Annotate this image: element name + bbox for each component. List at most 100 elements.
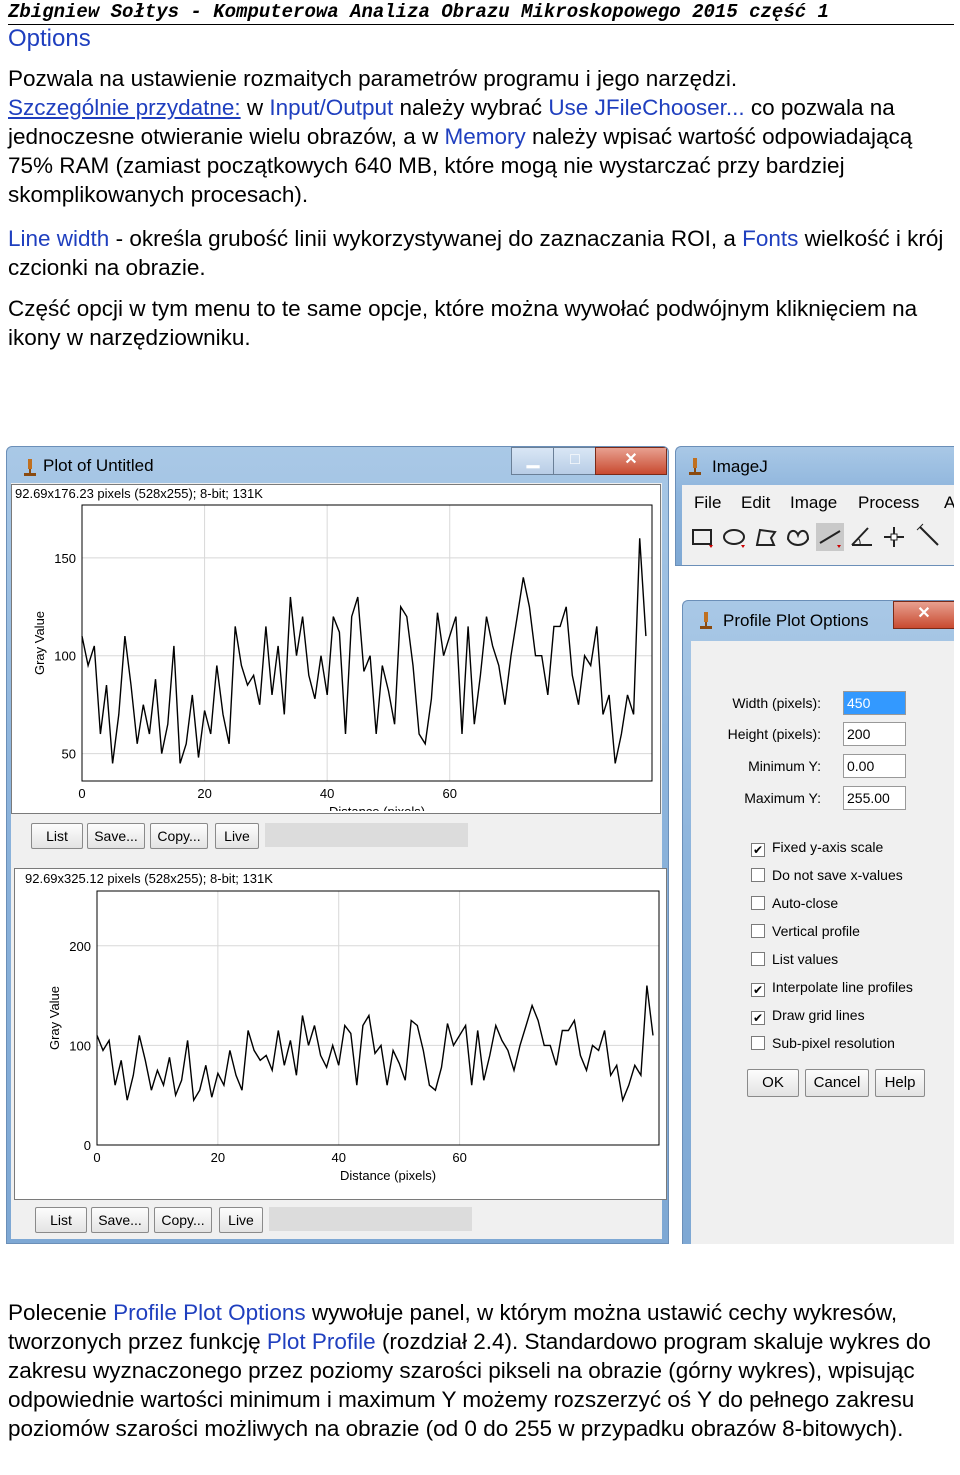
x-tick-label: 60 — [443, 786, 457, 801]
checkbox-label: Interpolate line profiles — [772, 979, 913, 995]
plot-1-copy-button[interactable]: Copy... — [150, 823, 208, 849]
p4-t1: Polecenie — [8, 1300, 114, 1325]
checkbox-box[interactable]: ✔ — [751, 1011, 765, 1025]
maximize-button[interactable]: □ — [553, 447, 597, 475]
y-axis-label: Gray Value — [47, 986, 62, 1050]
screenshot: Plot of Untitled ▁ □ ✕ 92.69x176.23 pixe… — [6, 446, 954, 1244]
profile-plot-options-dialog: Profile Plot Options ✕ Width (pixels): 4… — [682, 600, 954, 1244]
paragraph-profile-plot-options: Polecenie Profile Plot Options wywołuje … — [8, 1298, 952, 1443]
minimize-button[interactable]: ▁ — [511, 447, 555, 475]
running-header: Zbigniew Sołtys - Komputerowa Analiza Ob… — [8, 0, 954, 25]
dialog-title: Profile Plot Options — [723, 611, 869, 630]
freehand-tool-icon[interactable] — [784, 523, 812, 551]
checkbox-list-values[interactable]: List values — [751, 951, 838, 967]
checkbox-label: Fixed y-axis scale — [772, 839, 884, 855]
series-line — [81, 538, 647, 764]
y-tick-label: 200 — [69, 939, 91, 954]
p1-t1: Pozwala na ustawienie rozmaitych paramet… — [8, 66, 738, 91]
oval-tool-icon[interactable] — [720, 523, 748, 551]
point-tool-icon[interactable] — [880, 523, 908, 551]
x-tick-label: 40 — [320, 786, 334, 801]
plot-1-status-bar — [265, 823, 468, 847]
checkbox-label: Auto-close — [772, 895, 839, 911]
minimum-y-field[interactable]: 0.00 — [843, 754, 906, 778]
p1-t6: Use JFileChooser... — [548, 95, 745, 120]
y-tick-label: 0 — [84, 1138, 91, 1153]
checkbox-sub-pixel[interactable]: Sub-pixel resolution — [751, 1035, 895, 1051]
x-tick-label: 40 — [331, 1150, 345, 1165]
plot-1-list-button[interactable]: List — [31, 823, 83, 849]
checkbox-label: List values — [772, 951, 839, 967]
plot-2-save-button[interactable]: Save... — [91, 1207, 149, 1233]
checkbox-box[interactable]: ✔ — [751, 983, 765, 997]
p4-t4: Plot Profile — [266, 1329, 376, 1354]
checkbox-grid-lines[interactable]: ✔ Draw grid lines — [751, 1007, 865, 1025]
checkbox-box[interactable] — [751, 1036, 765, 1050]
series-line — [96, 985, 654, 1103]
p2-t2: - określa grubość linii wykorzystywanej … — [109, 226, 743, 251]
checkbox-box[interactable] — [751, 924, 765, 938]
help-button[interactable]: Help — [875, 1069, 925, 1097]
dialog-close-button[interactable]: ✕ — [893, 601, 954, 629]
microscope-icon — [700, 612, 712, 629]
paragraph-line-width: Line width - określa grubość linii wykor… — [8, 224, 952, 282]
section-title: Options — [8, 25, 91, 52]
p2-t1: Line width — [8, 226, 110, 251]
menu-edit[interactable]: Edit — [741, 493, 770, 513]
maximum-y-field[interactable]: 255.00 — [843, 786, 906, 810]
x-tick-label: 20 — [197, 786, 211, 801]
paragraph-options-intro: Pozwala na ustawienie rozmaitych paramet… — [8, 64, 952, 209]
plot-2-status-bar — [269, 1207, 472, 1231]
checkbox-box[interactable] — [751, 868, 765, 882]
checkbox-box[interactable] — [751, 952, 765, 966]
line-tool-icon[interactable] — [816, 523, 844, 551]
plot-window: Plot of Untitled ▁ □ ✕ 92.69x176.23 pixe… — [6, 446, 669, 1244]
y-tick-label: 50 — [62, 747, 76, 762]
plot-1-chart: 0 20 40 60 50 100 150 Distance (pixels) Gray Val… — [32, 504, 653, 811]
checkbox-auto-close[interactable]: Auto-close — [751, 895, 838, 911]
p1-t4: Input/Output — [269, 95, 394, 120]
checkbox-box[interactable] — [751, 896, 765, 910]
plot-2-list-button[interactable]: List — [35, 1207, 87, 1233]
width-field[interactable]: 450 — [843, 691, 906, 715]
plot-window-title: Plot of Untitled — [43, 456, 154, 475]
p4-t2: Profile Plot Options — [113, 1300, 306, 1325]
checkbox-fixed-y-axis[interactable]: ✔ Fixed y-axis scale — [751, 839, 883, 857]
polygon-tool-icon[interactable] — [752, 523, 780, 551]
plot-1-live-button[interactable]: Live — [215, 823, 259, 849]
height-label: Height (pixels): — [727, 726, 821, 742]
cancel-button[interactable]: Cancel — [805, 1069, 869, 1097]
y-axis-label: Gray Value — [32, 611, 47, 675]
checkbox-interpolate[interactable]: ✔ Interpolate line profiles — [751, 979, 913, 997]
menu-analyze[interactable]: A — [944, 493, 954, 513]
close-button[interactable]: ✕ — [595, 447, 667, 475]
plot-1-save-button[interactable]: Save... — [87, 823, 145, 849]
x-tick-label: 20 — [211, 1150, 225, 1165]
checkbox-no-x-values[interactable]: Do not save x-values — [751, 867, 903, 883]
wand-tool-icon[interactable] — [914, 523, 942, 551]
x-tick-label: 0 — [78, 786, 85, 801]
x-tick-label: 0 — [93, 1150, 100, 1165]
plot-2-copy-button[interactable]: Copy... — [154, 1207, 212, 1233]
rectangle-tool-icon[interactable] — [688, 523, 716, 551]
y-tick-label: 150 — [54, 551, 76, 566]
checkbox-vertical-profile[interactable]: Vertical profile — [751, 923, 860, 939]
x-axis-label: Distance (pixels) — [329, 804, 425, 811]
menu-file[interactable]: File — [694, 493, 721, 513]
angle-tool-icon[interactable] — [848, 523, 876, 551]
imagej-body: File Edit Image Process A — [682, 485, 954, 565]
microscope-icon — [24, 459, 36, 476]
y-tick-label: 100 — [69, 1038, 91, 1053]
menu-image[interactable]: Image — [790, 493, 837, 513]
ok-button[interactable]: OK — [747, 1069, 799, 1097]
maximum-y-label: Maximum Y: — [744, 790, 821, 806]
y-tick-label: 100 — [54, 649, 76, 664]
toolbar — [688, 523, 954, 553]
plot-1-canvas: 92.69x176.23 pixels (528x255); 8-bit; 13… — [11, 484, 661, 814]
menu-process[interactable]: Process — [858, 493, 919, 513]
plot-frame — [81, 504, 653, 782]
checkbox-box[interactable]: ✔ — [751, 843, 765, 857]
plot-2-live-button[interactable]: Live — [219, 1207, 263, 1233]
height-field[interactable]: 200 — [843, 722, 906, 746]
checkbox-label: Sub-pixel resolution — [772, 1035, 895, 1051]
